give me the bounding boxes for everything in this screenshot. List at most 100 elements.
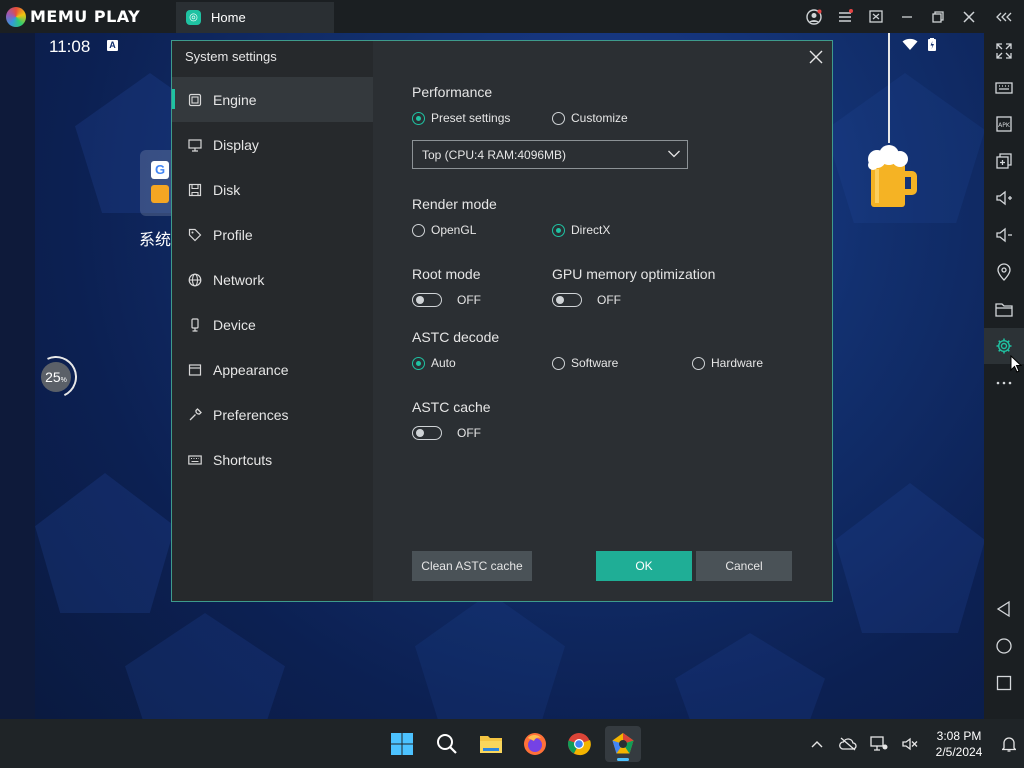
nav-profile[interactable]: Profile	[172, 212, 373, 257]
nav-network[interactable]: Network	[172, 257, 373, 302]
close-window-icon[interactable]	[953, 0, 984, 33]
astc-cache-heading: ASTC cache	[412, 399, 491, 415]
start-button[interactable]	[384, 726, 420, 762]
keyboard-icon[interactable]	[984, 70, 1024, 106]
speed-unit: %	[60, 377, 67, 384]
astc-cache-toggle[interactable]: OFF	[412, 426, 481, 440]
astc-auto-radio[interactable]: Auto	[412, 356, 456, 370]
android-back-icon[interactable]	[984, 591, 1024, 627]
render-mode-heading: Render mode	[412, 196, 497, 212]
beer-string	[888, 33, 890, 143]
clean-astc-cache-button[interactable]: Clean ASTC cache	[412, 551, 532, 581]
files-app-icon[interactable]	[151, 185, 169, 203]
taskbar-time: 3:08 PM	[936, 728, 982, 743]
menu-icon[interactable]	[829, 0, 860, 33]
network-display-icon[interactable]	[863, 719, 894, 768]
nav-preferences[interactable]: Preferences	[172, 392, 373, 437]
volume-down-icon[interactable]	[984, 217, 1024, 253]
root-mode-toggle[interactable]: OFF	[412, 293, 481, 307]
window-icon	[188, 363, 202, 377]
monitor-icon	[188, 138, 202, 152]
cloud-offline-icon[interactable]	[832, 719, 863, 768]
toggle-off-icon	[412, 293, 442, 307]
app-folder-label: 系统	[139, 230, 172, 249]
emulator-titlebar: MEMU PLAY ◎ Home	[0, 0, 1024, 33]
status-notification-icon: A	[107, 40, 118, 51]
customize-label: Customize	[571, 111, 628, 125]
ok-button[interactable]: OK	[596, 551, 692, 581]
tag-icon	[188, 228, 202, 242]
nav-display[interactable]: Display	[172, 122, 373, 167]
performance-preset-select[interactable]: Top (CPU:4 RAM:4096MB)	[412, 140, 688, 169]
beer-mug-icon[interactable]	[865, 145, 919, 209]
apk-install-icon[interactable]: APK	[984, 106, 1024, 142]
dialog-close-icon[interactable]	[806, 47, 826, 67]
astc-software-radio[interactable]: Software	[552, 356, 618, 370]
speed-booster-widget[interactable]: 25%	[35, 350, 83, 404]
nav-appearance[interactable]: Appearance	[172, 347, 373, 392]
memu-logo-icon	[6, 6, 26, 27]
taskbar-clock[interactable]: 3:08 PM 2/5/2024	[925, 728, 993, 760]
window-controls	[798, 0, 1024, 33]
astc-hardware-radio[interactable]: Hardware	[692, 356, 763, 370]
nav-disk[interactable]: Disk	[172, 167, 373, 212]
firefox-button[interactable]	[517, 726, 553, 762]
search-button[interactable]	[429, 726, 465, 762]
notification-bell-icon[interactable]	[993, 719, 1024, 768]
nav-disk-label: Disk	[213, 181, 241, 198]
gpu-memory-toggle[interactable]: OFF	[552, 293, 621, 307]
restore-icon[interactable]	[922, 0, 953, 33]
screen-record-icon[interactable]	[860, 0, 891, 33]
multi-instance-icon[interactable]	[984, 143, 1024, 179]
system-settings-dialog: System settings Engine Display Disk Prof…	[171, 40, 833, 602]
emulator-toolbar: APK	[984, 33, 1024, 719]
taskbar-date: 2/5/2024	[935, 744, 983, 759]
root-mode-heading: Root mode	[412, 266, 481, 282]
account-icon[interactable]	[798, 0, 829, 33]
preset-settings-radio[interactable]: Preset settings	[412, 111, 510, 125]
fullscreen-icon[interactable]	[984, 33, 1024, 69]
nav-device[interactable]: Device	[172, 302, 373, 347]
status-bar-icons	[902, 38, 936, 51]
shared-folder-icon[interactable]	[984, 291, 1024, 327]
cancel-button[interactable]: Cancel	[696, 551, 792, 581]
home-tab-icon: ◎	[186, 10, 201, 25]
location-icon[interactable]	[984, 254, 1024, 290]
radio-unchecked-icon	[552, 111, 565, 125]
android-recents-icon[interactable]	[984, 665, 1024, 701]
android-home-icon[interactable]	[984, 628, 1024, 664]
directx-radio[interactable]: DirectX	[552, 223, 610, 237]
tab-home[interactable]: ◎ Home	[176, 2, 334, 33]
nav-network-label: Network	[213, 271, 265, 288]
nav-shortcuts[interactable]: Shortcuts	[172, 437, 373, 482]
chrome-button[interactable]	[561, 726, 597, 762]
wallpaper-shape	[415, 593, 565, 719]
radio-checked-icon	[412, 111, 425, 125]
directx-label: DirectX	[571, 223, 611, 237]
performance-heading: Performance	[412, 84, 493, 100]
opengl-radio[interactable]: OpenGL	[412, 223, 476, 237]
nav-profile-label: Profile	[213, 226, 253, 243]
chip-icon	[188, 93, 202, 107]
speed-value: 25%	[41, 362, 71, 392]
radio-checked-icon	[412, 356, 425, 370]
chrome-icon	[568, 733, 591, 756]
speed-number: 25	[45, 369, 61, 385]
file-explorer-button[interactable]	[473, 726, 509, 762]
settings-sidebar: System settings Engine Display Disk Prof…	[172, 41, 373, 601]
memu-app-icon	[612, 733, 634, 754]
collapse-toolbar-icon[interactable]	[984, 0, 1024, 33]
battery-icon	[928, 38, 936, 51]
volume-muted-icon[interactable]	[894, 719, 925, 768]
memu-taskbar-button[interactable]	[605, 726, 641, 762]
google-app-icon[interactable]: G	[151, 161, 169, 179]
globe-icon	[188, 273, 202, 287]
astc-auto-label: Auto	[431, 356, 456, 370]
search-icon	[437, 734, 457, 754]
show-hidden-icons-icon[interactable]	[801, 719, 832, 768]
wifi-icon	[902, 38, 918, 50]
customize-radio[interactable]: Customize	[552, 111, 628, 125]
nav-engine[interactable]: Engine	[172, 77, 373, 122]
minimize-icon[interactable]	[891, 0, 922, 33]
volume-up-icon[interactable]	[984, 180, 1024, 216]
